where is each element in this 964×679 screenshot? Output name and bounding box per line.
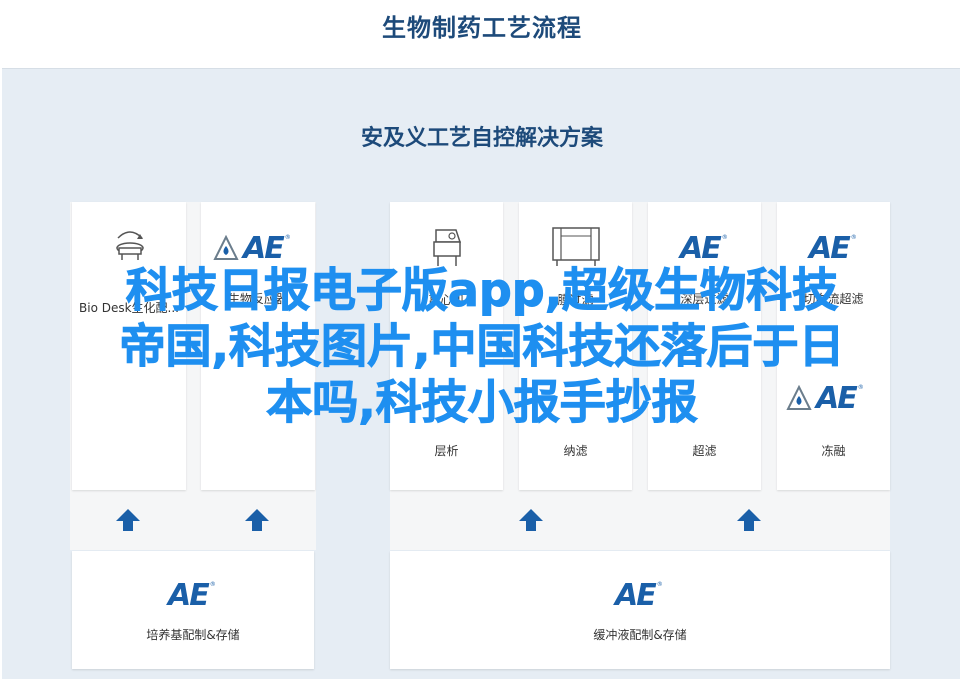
overlay-line: 科技日报电子版app,超级生物科技 (125, 263, 839, 318)
ae-logo-text: AE (615, 578, 657, 613)
ae-logo-text: AE (168, 578, 210, 613)
card-label-chromatography: 层析 (434, 444, 459, 458)
overlay-line: 本吗,科技小报手抄报 (266, 375, 698, 430)
overlay-text: 科技日报电子版app,超级生物科技 帝国,科技图片,中国科技还落后于日 本吗,科… (0, 262, 964, 430)
page-title: 生物制药工艺流程 (382, 14, 582, 42)
ae-logo-icon: AE ® (809, 234, 857, 264)
ae-logo-icon: AE ® (615, 581, 663, 611)
registered-mark: ® (721, 234, 728, 241)
ae-logo-icon: AE ® (213, 234, 291, 264)
ae-logo-icon: AE ® (168, 581, 216, 611)
card-label: 缓冲液配制&存储 (593, 628, 687, 642)
drop-icon (213, 235, 239, 260)
card-label-freeze-thaw: 冻融 (821, 444, 846, 458)
card-label-ultrafiltration: 超滤 (692, 444, 717, 458)
card-label: 培养基配制&存储 (146, 628, 240, 642)
panel-title: 安及义工艺自控解决方案 (360, 126, 603, 151)
ae-logo-icon: AE ® (680, 234, 728, 264)
card-label-nanofiltration: 纳滤 (563, 444, 588, 458)
overlay-line: 帝国,科技图片,中国科技还落后于日 (119, 319, 845, 374)
registered-mark: ® (209, 581, 216, 588)
registered-mark: ® (850, 234, 857, 241)
registered-mark: ® (656, 581, 663, 588)
ae-logo-text: AE (680, 231, 722, 266)
ae-logo-text: AE (809, 231, 851, 266)
ae-logo-text: AE (243, 231, 285, 266)
registered-mark: ® (284, 234, 291, 241)
card-media-prep[interactable]: AE ® 培养基配制&存储 (72, 551, 314, 669)
card-buffer-prep[interactable]: AE ® 缓冲液配制&存储 (390, 551, 890, 669)
rotor-icon (116, 231, 144, 260)
